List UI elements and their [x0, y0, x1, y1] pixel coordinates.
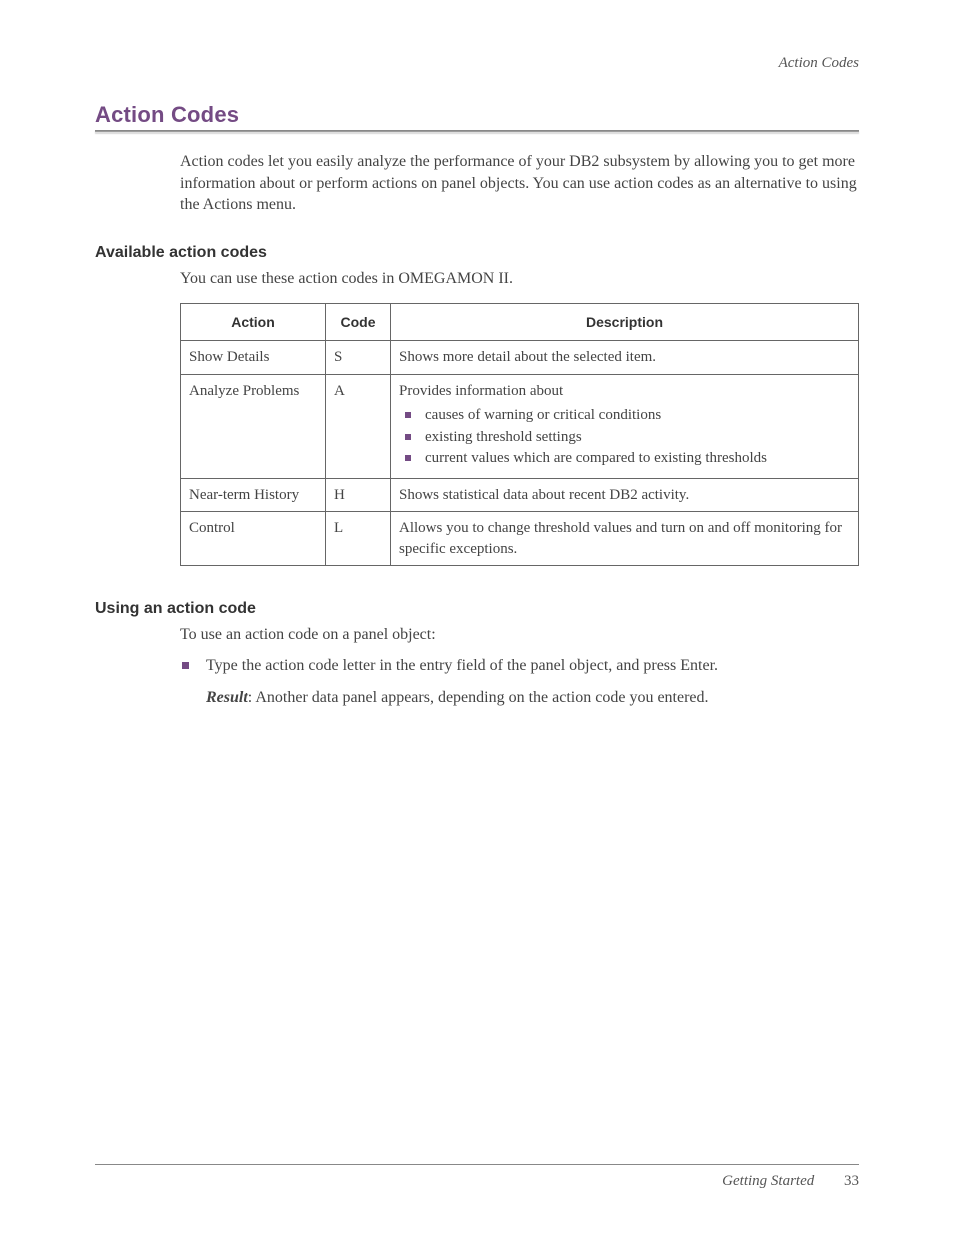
result-label: Result — [206, 689, 248, 706]
page-footer: Getting Started 33 — [95, 1164, 859, 1190]
cell-description: Provides information about causes of war… — [391, 374, 859, 479]
cell-description: Allows you to change threshold values an… — [391, 512, 859, 566]
cell-code: H — [326, 479, 391, 512]
intro-paragraph: Action codes let you easily analyze the … — [180, 151, 859, 216]
step-result: Result: Another data panel appears, depe… — [206, 685, 859, 711]
cell-action: Near-term History — [181, 479, 326, 512]
table-header-row: Action Code Description — [181, 304, 859, 341]
th-action: Action — [181, 304, 326, 341]
cell-description: Shows statistical data about recent DB2 … — [391, 479, 859, 512]
page-title: Action Codes — [95, 102, 859, 128]
table-row: Show Details S Shows more detail about t… — [181, 341, 859, 374]
cell-code: A — [326, 374, 391, 479]
running-header: Action Codes — [95, 55, 859, 72]
th-code: Code — [326, 304, 391, 341]
using-intro: To use an action code on a panel object: — [180, 624, 859, 646]
available-intro: You can use these action codes in OMEGAM… — [180, 268, 859, 290]
cell-action: Show Details — [181, 341, 326, 374]
heading-underline — [95, 130, 859, 133]
cell-action: Analyze Problems — [181, 374, 326, 479]
table-row: Control L Allows you to change threshold… — [181, 512, 859, 566]
table-row: Analyze Problems A Provides information … — [181, 374, 859, 479]
cell-code: S — [326, 341, 391, 374]
description-lead: Provides information about — [399, 383, 563, 399]
section-heading-available: Available action codes — [95, 244, 859, 262]
cell-action: Control — [181, 512, 326, 566]
table-row: Near-term History H Shows statistical da… — [181, 479, 859, 512]
step-text: Type the action code letter in the entry… — [206, 657, 718, 674]
footer-page-number: 33 — [844, 1173, 859, 1189]
cell-description: Shows more detail about the selected ite… — [391, 341, 859, 374]
description-bullet-list: causes of warning or critical conditions… — [403, 405, 850, 470]
action-codes-table: Action Code Description Show Details S S… — [180, 303, 859, 566]
bullet-item: existing threshold settings — [403, 427, 850, 449]
bullet-item: causes of warning or critical conditions — [403, 405, 850, 427]
bullet-item: current values which are compared to exi… — [403, 448, 850, 470]
step-item: Type the action code letter in the entry… — [180, 653, 859, 710]
footer-doc-name: Getting Started — [722, 1173, 814, 1189]
cell-code: L — [326, 512, 391, 566]
result-text: : Another data panel appears, depending … — [248, 689, 709, 706]
th-description: Description — [391, 304, 859, 341]
footer-rule — [95, 1164, 859, 1165]
section-heading-using: Using an action code — [95, 600, 859, 618]
steps-list: Type the action code letter in the entry… — [180, 653, 859, 710]
